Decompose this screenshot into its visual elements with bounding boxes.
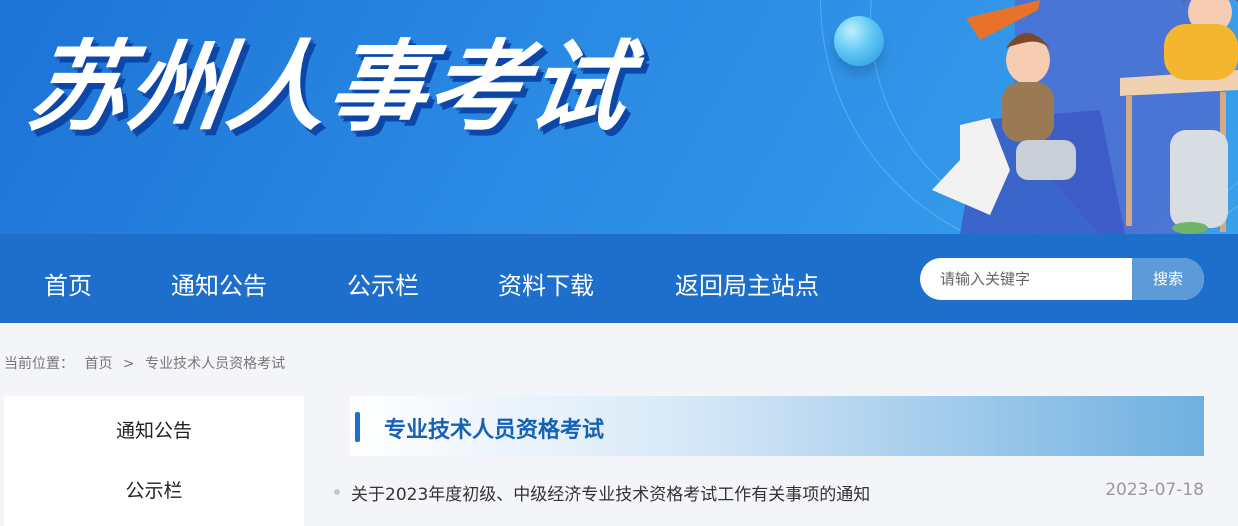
site-title: 苏州人事考试 bbox=[20, 31, 637, 145]
section-marker bbox=[355, 412, 360, 442]
sidebar-item-notices[interactable]: 通知公告 bbox=[4, 416, 304, 443]
breadcrumb-prefix: 当前位置： bbox=[4, 356, 74, 372]
nav-main-site[interactable]: 返回局主站点 bbox=[675, 266, 819, 301]
article-title-link[interactable]: 关于2023年度初级、中级经济专业技术资格考试工作有关事项的通知 bbox=[351, 480, 870, 505]
sidebar: 通知公告 公示栏 bbox=[4, 396, 304, 526]
exam-illustration bbox=[932, 0, 1238, 234]
article-date: 2023-07-18 bbox=[1105, 480, 1204, 500]
section-title: 专业技术人员资格考试 bbox=[384, 418, 605, 443]
search-input[interactable] bbox=[920, 258, 1132, 300]
decorative-ball bbox=[834, 16, 884, 66]
nav-downloads[interactable]: 资料下载 bbox=[498, 266, 594, 301]
section-header: 专业技术人员资格考试 bbox=[350, 396, 1204, 456]
breadcrumb: 当前位置： 首页 > 专业技术人员资格考试 bbox=[4, 353, 291, 373]
main-nav: 首页 通知公告 公示栏 资料下载 返回局主站点 搜索 bbox=[0, 234, 1238, 323]
search-box: 搜索 bbox=[920, 258, 1204, 300]
breadcrumb-home-link[interactable]: 首页 bbox=[84, 356, 112, 372]
search-button[interactable]: 搜索 bbox=[1132, 258, 1204, 300]
breadcrumb-current: 专业技术人员资格考试 bbox=[145, 356, 286, 372]
header-banner: 苏州人事考试 bbox=[0, 0, 1238, 234]
nav-notices[interactable]: 通知公告 bbox=[171, 266, 267, 301]
nav-home[interactable]: 首页 bbox=[44, 266, 92, 301]
bullet-icon bbox=[334, 489, 340, 495]
breadcrumb-separator: > bbox=[122, 356, 135, 372]
nav-bulletin-board[interactable]: 公示栏 bbox=[347, 266, 419, 301]
sidebar-item-bulletin-board[interactable]: 公示栏 bbox=[4, 476, 304, 503]
list-item: 关于2023年度初级、中级经济专业技术资格考试工作有关事项的通知 2023-07… bbox=[332, 478, 1204, 508]
